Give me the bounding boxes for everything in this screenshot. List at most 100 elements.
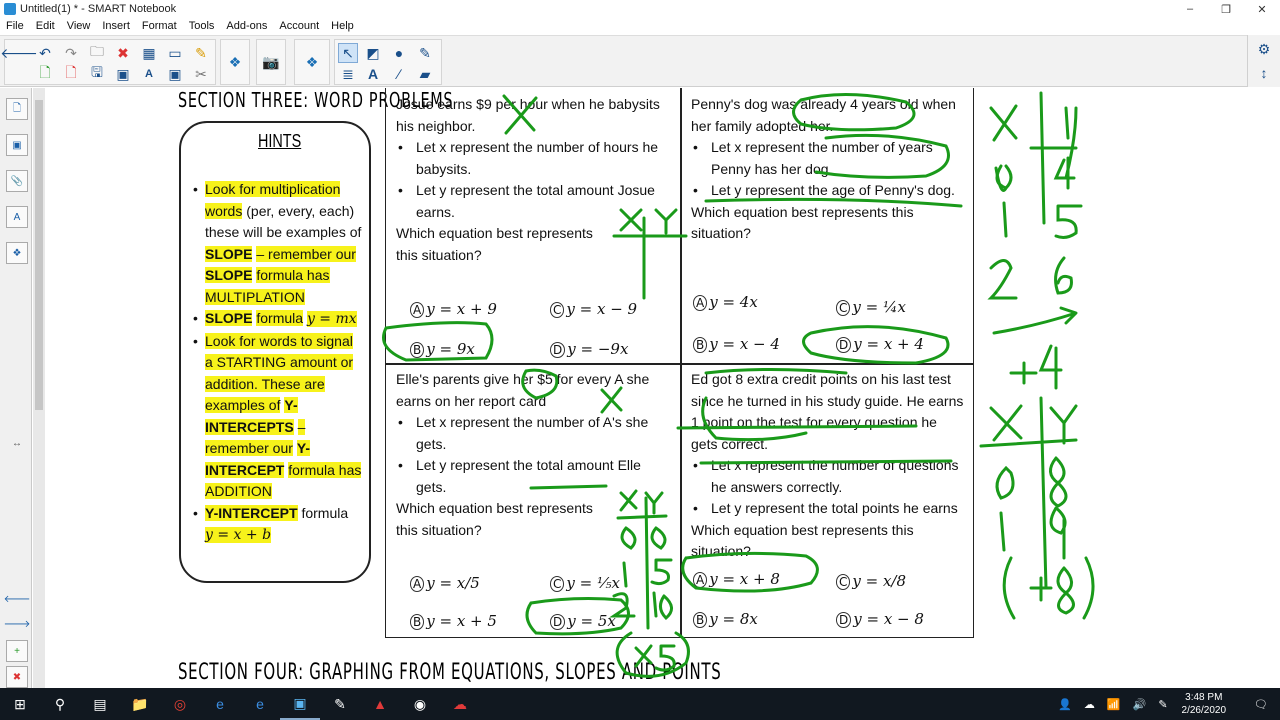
ink-underline-q4	[676, 424, 918, 430]
delete-page-side-icon[interactable]: ✖	[6, 666, 28, 688]
toolbar-group-addons: ❖	[220, 39, 250, 85]
tray-cloud-icon[interactable]: ☁	[1084, 698, 1095, 711]
clock-date: 2/26/2020	[1181, 705, 1227, 716]
toolbar-group-widgets: ❖	[294, 39, 330, 85]
gallery-icon[interactable]: ▣	[6, 134, 28, 156]
ink-circle-q3-5	[521, 368, 559, 400]
measure-tool-icon[interactable]: ≣	[338, 64, 358, 84]
right-toolbar: ⚙ ↕	[1247, 35, 1280, 87]
scissors-icon[interactable]: ✂	[191, 64, 211, 84]
redo-icon[interactable]: ↷	[61, 43, 81, 63]
properties-icon[interactable]: ✎	[191, 43, 211, 63]
minimize-button[interactable]: –	[1172, 0, 1208, 18]
search-icon[interactable]: ⚲	[40, 688, 80, 720]
fullscreen-icon[interactable]: ▣	[113, 64, 133, 84]
toolbar-group-camera: 📷	[256, 39, 286, 85]
menu-insert[interactable]: Insert	[96, 20, 136, 32]
side-tab-bar: 🗋 ▣ 📎 A ❖ ↔ 🡐 🡒 + ✖	[0, 88, 32, 688]
menu-addons[interactable]: Add-ons	[220, 20, 273, 32]
tray-volume-icon[interactable]: 🔊	[1133, 698, 1147, 711]
menu-tools[interactable]: Tools	[183, 20, 221, 32]
acrobat-icon[interactable]: ▲	[360, 688, 400, 720]
save-icon[interactable]: 🖫	[87, 64, 107, 84]
menu-file[interactable]: File	[0, 20, 30, 32]
screen-shade-icon[interactable]: ▭	[165, 43, 185, 63]
chrome-icon[interactable]: ◎	[160, 688, 200, 720]
ink-underline-q2	[704, 197, 963, 208]
next-page-icon[interactable]: 🡒	[4, 613, 31, 635]
scrollbar-thumb[interactable]	[35, 100, 43, 410]
file-explorer-icon[interactable]: 📁	[120, 688, 160, 720]
ink-arrow	[992, 306, 1078, 335]
ink-table-right-bottom	[979, 396, 1078, 590]
smart-notebook-taskbar-icon[interactable]: ▣	[280, 688, 320, 720]
tray-pen-icon[interactable]: ✎	[1158, 698, 1167, 711]
tray-clock[interactable]: 3:48 PM 2/26/2020	[1182, 691, 1227, 717]
text-tool-icon[interactable]: A	[139, 64, 159, 84]
page-sorter-icon[interactable]: 🗋	[6, 98, 28, 120]
taskbar: ⊞ ⚲ ▤ 📁 ◎ e e ▣ ✎ ▲ ◉ ☁ 👤 ☁ 📶 🔊 ✎ 3:48 P…	[0, 688, 1280, 720]
resize-icon[interactable]: ↔	[6, 432, 28, 454]
restore-button[interactable]: ❐	[1208, 0, 1244, 18]
ink-plus-four	[1009, 344, 1063, 390]
widgets-icon[interactable]: ❖	[302, 52, 322, 72]
notifications-icon[interactable]: 🗨	[1254, 698, 1268, 711]
toolbar-group-file: 🡐 ↶ ↷ 🗀 ✖ ▦ ▭ ✎ 🗋 🗋 🖫 ▣ A ▣ ✂	[0, 39, 216, 85]
addons-puzzle-icon[interactable]: ❖	[225, 52, 245, 72]
properties-tab-icon[interactable]: A	[6, 206, 28, 228]
clock-time: 3:48 PM	[1185, 692, 1223, 703]
attachments-icon[interactable]: 📎	[6, 170, 28, 192]
ink-four	[1053, 156, 1076, 190]
pen-tool-icon[interactable]: ✎	[415, 43, 435, 63]
screen-capture-icon[interactable]: ▣	[165, 64, 185, 84]
eraser-icon[interactable]: ▰	[415, 64, 435, 84]
menu-edit[interactable]: Edit	[30, 20, 61, 32]
task-view-icon[interactable]: ▤	[80, 688, 120, 720]
delete-icon[interactable]: ✖	[113, 43, 133, 63]
menu-account[interactable]: Account	[273, 20, 325, 32]
select-tool-icon[interactable]: ↖	[338, 43, 358, 63]
edge-icon[interactable]: e	[200, 688, 240, 720]
tray-people-icon[interactable]: 👤	[1058, 698, 1072, 711]
ink-plus-eight	[1002, 556, 1095, 620]
add-page-side-icon[interactable]: +	[6, 640, 28, 662]
menu-bar: File Edit View Insert Format Tools Add-o…	[0, 18, 1280, 34]
cloud-app-icon[interactable]: ☁	[440, 688, 480, 720]
move-toolbar-icon[interactable]: ↕	[1254, 63, 1274, 83]
toolbar: 🡐 ↶ ↷ 🗀 ✖ ▦ ▭ ✎ 🗋 🗋 🖫 ▣ A ▣ ✂ ❖ 📷 ❖ ↖ ◩ …	[0, 35, 1280, 87]
smart-notebook-icon	[4, 3, 16, 15]
line-tool-icon[interactable]: ∕	[389, 64, 409, 84]
notebook-canvas[interactable]: SECTION THREE: WORD PROBLEMS HINTS • Loo…	[46, 88, 1246, 688]
open-icon[interactable]: 🗀	[87, 43, 107, 63]
ink-two-six	[987, 256, 1073, 300]
menu-view[interactable]: View	[61, 20, 97, 32]
window-title: Untitled(1) * - SMART Notebook	[20, 3, 177, 15]
media-player-icon[interactable]: ◉	[400, 688, 440, 720]
menu-help[interactable]: Help	[325, 20, 360, 32]
ink-one-nine	[999, 506, 1067, 560]
add-page-icon[interactable]: 🗋	[35, 64, 55, 84]
ink-app-icon[interactable]: ✎	[320, 688, 360, 720]
ink-two-ten-q3	[609, 591, 673, 621]
text-insert-icon[interactable]: A	[363, 64, 383, 84]
previous-page-icon[interactable]: 🡐	[4, 588, 31, 610]
back-icon[interactable]: 🡐	[0, 43, 38, 63]
undo-icon[interactable]: ↶	[35, 43, 55, 63]
menu-format[interactable]: Format	[136, 20, 183, 32]
tray-network-icon[interactable]: 📶	[1107, 698, 1121, 711]
windows-start-icon[interactable]: ⊞	[0, 688, 40, 720]
internet-explorer-icon[interactable]: e	[240, 688, 280, 720]
delete-page-icon[interactable]: 🗋	[61, 64, 81, 84]
shapes-tool-icon[interactable]: ◩	[363, 43, 383, 63]
ink-annotations[interactable]	[46, 88, 1246, 688]
table-icon[interactable]: ▦	[139, 43, 159, 63]
fill-tool-icon[interactable]: ●	[389, 43, 409, 63]
close-button[interactable]: ✕	[1244, 0, 1280, 18]
toolbar-group-tools: ↖ ◩ ● ✎ ≣ A ∕ ▰	[334, 39, 442, 85]
ink-circle-q1-b	[382, 321, 494, 362]
camera-icon[interactable]: 📷	[261, 52, 281, 72]
settings-gear-icon[interactable]: ⚙	[1254, 39, 1274, 59]
ink-circle-q2-stem	[792, 92, 916, 132]
ink-zero-2	[995, 465, 1015, 500]
addons-tab-icon[interactable]: ❖	[6, 242, 28, 264]
